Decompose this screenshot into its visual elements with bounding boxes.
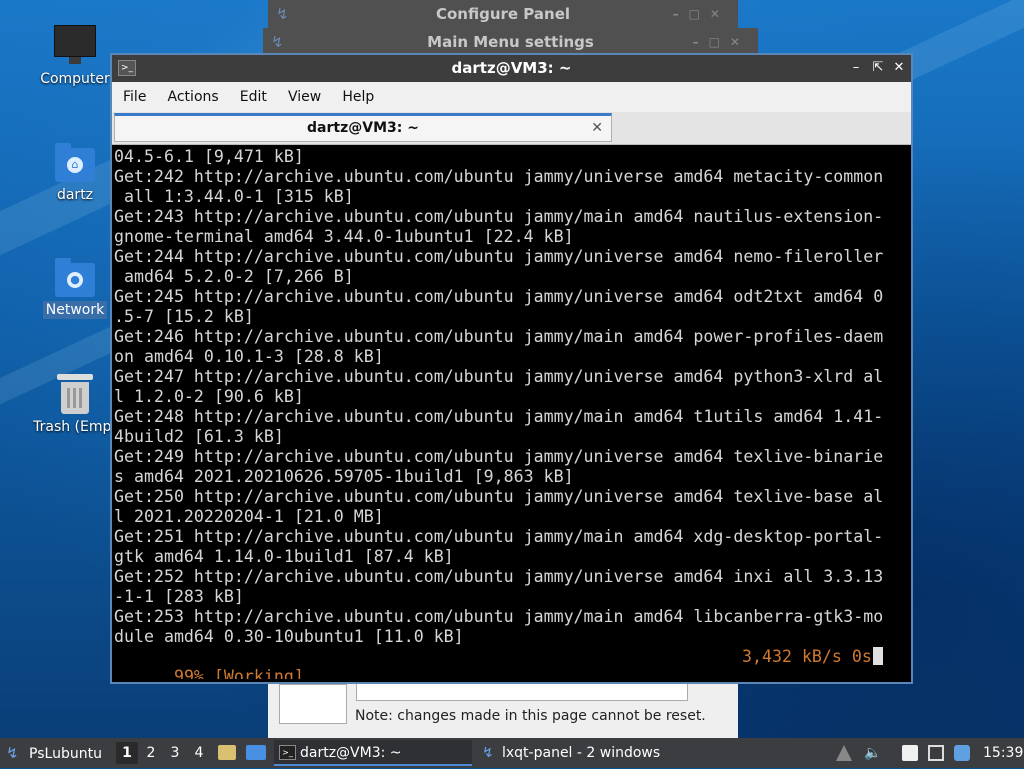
terminal-line: Get:243 http://archive.ubuntu.com/ubuntu… — [114, 207, 884, 226]
menu-view[interactable]: View — [280, 82, 329, 112]
menu-file[interactable]: File — [115, 82, 154, 112]
tab-bar: dartz@VM3: ~ ✕ — [112, 112, 911, 145]
network-folder-icon: ● — [55, 258, 95, 297]
terminal-line: Get:248 http://archive.ubuntu.com/ubuntu… — [114, 407, 884, 426]
terminal-icon: >_ — [279, 745, 296, 760]
start-label: PsLubuntu — [29, 746, 102, 762]
reset-note: Note: changes made in this page cannot b… — [355, 708, 706, 724]
window-controls[interactable]: –□✕ — [693, 28, 750, 56]
task-terminal[interactable]: >_ dartz@VM3: ~ — [274, 740, 472, 766]
taskbar: ↯ PsLubuntu 1 2 3 4 >_ dartz@VM3: ~ ↯ lx… — [0, 738, 1024, 768]
clipboard-icon[interactable] — [902, 745, 918, 761]
lxqt-panel-icon: ↯ — [482, 745, 494, 761]
terminal-line: .5-7 [15.2 kB] — [114, 307, 254, 326]
terminal-line: Get:251 http://archive.ubuntu.com/ubuntu… — [114, 527, 884, 546]
minimize-button[interactable]: – — [847, 59, 865, 77]
window-controls[interactable]: –□✕ — [673, 0, 730, 28]
workspace-1[interactable]: 1 — [116, 742, 138, 764]
preview-box — [279, 684, 347, 724]
task-label: dartz@VM3: ~ — [300, 745, 402, 761]
terminal-line: 4build2 [61.3 kB] — [114, 427, 284, 446]
start-menu-button[interactable]: ↯ PsLubuntu — [6, 738, 102, 768]
terminal-line: Get:244 http://archive.ubuntu.com/ubuntu… — [114, 247, 884, 266]
workspace-2[interactable]: 2 — [140, 742, 162, 764]
terminal-line: all 1:3.44.0-1 [315 kB] — [114, 187, 354, 206]
terminal-line: Get:249 http://archive.ubuntu.com/ubuntu… — [114, 447, 884, 466]
menu-actions[interactable]: Actions — [160, 82, 227, 112]
trash-icon — [57, 374, 93, 414]
desktop-icon-label: Trash (Empt — [33, 419, 117, 435]
configure-panel-titlebar[interactable]: ↯ Configure Panel –□✕ — [268, 0, 738, 28]
terminal-line: Get:246 http://archive.ubuntu.com/ubuntu… — [114, 327, 884, 346]
terminal-line: dule amd64 0.30-10ubuntu1 [11.0 kB] — [114, 627, 464, 646]
terminal-line: on amd64 0.10.1-3 [28.8 kB] — [114, 347, 384, 366]
terminal-output[interactable]: 04.5-6.1 [9,471 kB] Get:242 http://archiv… — [114, 147, 909, 679]
workspace-3[interactable]: 3 — [164, 742, 186, 764]
terminal-tab[interactable]: dartz@VM3: ~ ✕ — [114, 113, 612, 142]
menu-help[interactable]: Help — [334, 82, 382, 112]
file-manager-launcher-icon[interactable] — [218, 745, 236, 760]
main-menu-settings-titlebar[interactable]: ↯ Main Menu settings –□✕ — [263, 28, 758, 54]
display-icon[interactable] — [928, 745, 944, 761]
desktop-icon-label: Network — [42, 301, 108, 319]
text-cursor — [872, 647, 883, 665]
text-field[interactable] — [356, 684, 688, 701]
task-lxqt-panel[interactable]: ↯ lxqt-panel - 2 windows — [476, 740, 676, 766]
network-status-icon[interactable] — [954, 745, 970, 761]
update-notifier-icon[interactable] — [836, 745, 852, 761]
terminal-line: Get:250 http://archive.ubuntu.com/ubuntu… — [114, 487, 884, 506]
lubuntu-logo-icon: ↯ — [6, 744, 19, 762]
workspace-4[interactable]: 4 — [188, 742, 210, 764]
menu-edit[interactable]: Edit — [232, 82, 275, 112]
desktop-icon-label: dartz — [56, 187, 94, 203]
terminal-window[interactable]: >_ dartz@VM3: ~ – ⇱ ✕ File Actions Edit … — [110, 53, 913, 684]
close-button[interactable]: ✕ — [890, 59, 908, 77]
terminal-line: l 1.2.0-2 [90.6 kB] — [114, 387, 304, 406]
progress-status: 99% [Working] — [173, 667, 304, 679]
terminal-line: Get:245 http://archive.ubuntu.com/ubuntu… — [114, 287, 884, 306]
maximize-button[interactable]: ⇱ — [869, 59, 887, 77]
window-icon: ↯ — [276, 5, 289, 23]
tab-label: dartz@VM3: ~ — [307, 120, 419, 136]
terminal-line: Get:247 http://archive.ubuntu.com/ubuntu… — [114, 367, 884, 386]
apt-status-line: 99% [Working] 3,432 kB/s 0s — [114, 647, 909, 679]
window-title: dartz@VM3: ~ — [451, 59, 572, 77]
task-label: lxqt-panel - 2 windows — [502, 745, 661, 761]
desktop-icon-label: Computer — [40, 71, 110, 87]
terminal-line: Get:253 http://archive.ubuntu.com/ubuntu… — [114, 607, 884, 626]
terminal-line: s amd64 2021.20210626.59705-1build1 [9,8… — [114, 467, 574, 486]
terminal-line: -1-1 [283 kB] — [114, 587, 244, 606]
terminal-line: gtk amd64 1.14.0-1build1 [87.4 kB] — [114, 547, 454, 566]
download-speed: 3,432 kB/s 0s — [742, 647, 872, 666]
menubar: File Actions Edit View Help — [112, 82, 911, 112]
show-desktop-icon[interactable] — [246, 745, 266, 760]
window-icon: ↯ — [271, 33, 284, 51]
home-folder-icon: ⌂ — [55, 143, 95, 182]
window-title: Configure Panel — [435, 5, 571, 23]
terminal-titlebar[interactable]: >_ dartz@VM3: ~ – ⇱ ✕ — [112, 55, 911, 82]
volume-icon[interactable]: 🔈 — [864, 745, 881, 761]
clock[interactable]: 15:39 — [983, 738, 1023, 768]
window-title: Main Menu settings — [427, 33, 594, 51]
terminal-line: gnome-terminal amd64 3.44.0-1ubuntu1 [22… — [114, 227, 574, 246]
terminal-line: Get:242 http://archive.ubuntu.com/ubuntu… — [114, 167, 884, 186]
computer-icon — [54, 25, 96, 64]
terminal-line: l 2021.20220204-1 [21.0 MB] — [114, 507, 384, 526]
terminal-line: amd64 5.2.0-2 [7,266 B] — [114, 267, 354, 286]
tab-close-icon[interactable]: ✕ — [591, 116, 603, 141]
terminal-line: 04.5-6.1 [9,471 kB] — [114, 147, 304, 166]
terminal-line: Get:252 http://archive.ubuntu.com/ubuntu… — [114, 567, 884, 586]
configure-panel-body: Note: changes made in this page cannot b… — [268, 680, 738, 738]
